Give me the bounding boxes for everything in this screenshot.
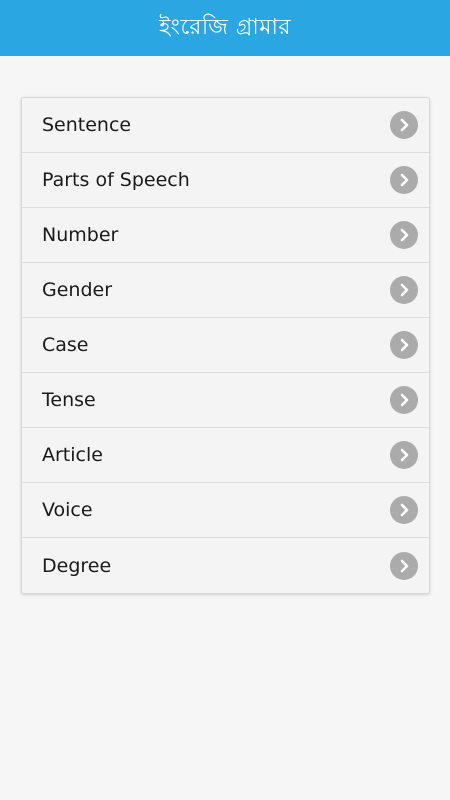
- list-item-article[interactable]: Article: [22, 428, 429, 483]
- list-item-sentence[interactable]: Sentence: [22, 98, 429, 153]
- list-item-gender[interactable]: Gender: [22, 263, 429, 318]
- chevron-right-icon: [390, 386, 418, 414]
- chevron-right-icon: [390, 111, 418, 139]
- chevron-right-icon: [390, 496, 418, 524]
- app-bar: ইংরেজি গ্রামার: [0, 0, 450, 56]
- list-item-label: Tense: [42, 389, 96, 411]
- chevron-right-icon: [390, 276, 418, 304]
- list-item-tense[interactable]: Tense: [22, 373, 429, 428]
- chevron-right-icon: [390, 331, 418, 359]
- list-item-number[interactable]: Number: [22, 208, 429, 263]
- list-item-label: Parts of Speech: [42, 169, 190, 191]
- app-title: ইংরেজি গ্রামার: [159, 14, 291, 40]
- list-item-degree[interactable]: Degree: [22, 538, 429, 593]
- list-item-label: Article: [42, 444, 103, 466]
- list-item-label: Degree: [42, 554, 112, 577]
- list-item-label: Number: [42, 224, 119, 246]
- list-item-label: Voice: [42, 499, 93, 521]
- list-item-label: Sentence: [42, 114, 132, 136]
- list-item-case[interactable]: Case: [22, 318, 429, 373]
- list-item-label: Gender: [42, 279, 113, 301]
- list-item-voice[interactable]: Voice: [22, 483, 429, 538]
- chevron-right-icon: [390, 221, 418, 249]
- chevron-right-icon: [390, 166, 418, 194]
- list-item-parts-of-speech[interactable]: Parts of Speech: [22, 153, 429, 208]
- topic-list: Sentence Parts of Speech Number Gender C…: [21, 97, 430, 594]
- chevron-right-icon: [390, 551, 418, 580]
- list-item-label: Case: [42, 334, 89, 356]
- chevron-right-icon: [390, 441, 418, 469]
